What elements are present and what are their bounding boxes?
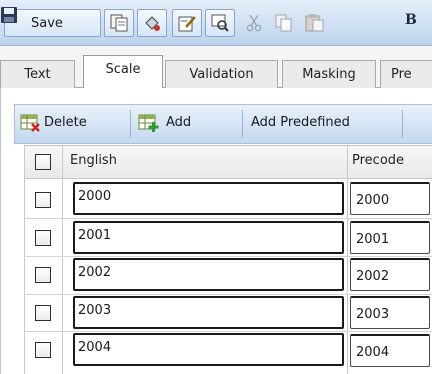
action-separator [130,110,131,138]
save-button[interactable]: Save [1,7,101,37]
row-checkbox[interactable] [35,267,51,283]
grid-column-divider [347,145,348,374]
cut-icon[interactable] [246,14,262,36]
grid-column-divider [62,145,63,374]
tab-masking[interactable]: Masking [282,60,376,88]
column-header-precode[interactable]: Precode [352,153,404,168]
delete-button[interactable]: Delete [20,113,120,135]
add-label: Add [166,115,192,130]
add-predefined-button[interactable]: Add Predefined [251,113,401,135]
tab-preview[interactable]: Pre [380,60,432,88]
paste-icon[interactable] [305,14,325,36]
english-input[interactable]: 2000 [73,182,344,215]
english-input[interactable]: 2003 [73,296,344,329]
copy-page-button[interactable] [104,9,134,37]
english-input[interactable]: 2002 [73,258,344,291]
editor-toolbar: Save B [0,0,432,46]
tab-text[interactable]: Text [0,60,75,88]
tab-scale[interactable]: Scale [83,55,163,89]
action-separator [402,110,403,138]
precode-input[interactable]: 2004 [350,334,430,367]
bold-icon[interactable]: B [405,12,417,28]
action-separator [242,110,243,138]
english-input[interactable]: 2004 [73,333,344,366]
select-all-checkbox[interactable] [35,154,51,170]
add-predefined-label: Add Predefined [251,115,350,130]
row-checkbox[interactable] [35,305,51,321]
edit-button[interactable] [172,9,202,37]
row-checkbox[interactable] [35,192,51,208]
table-row-divider [24,256,432,257]
tab-validation[interactable]: Validation [165,60,278,88]
delete-label: Delete [44,115,87,130]
copy-icon[interactable] [275,14,293,36]
table-row-divider [24,331,432,332]
precode-input[interactable]: 2001 [350,221,430,254]
row-checkbox[interactable] [35,342,51,358]
grid-left-border [24,145,25,374]
fill-button[interactable] [137,9,167,37]
preview-button[interactable] [205,9,235,37]
precode-input[interactable]: 2003 [350,296,430,329]
precode-input[interactable]: 2000 [350,182,430,215]
table-row-divider [24,218,432,219]
precode-input[interactable]: 2002 [350,258,430,291]
column-header-english[interactable]: English [70,153,117,168]
save-label: Save [31,16,63,31]
table-row-divider [24,294,432,295]
row-checkbox[interactable] [35,230,51,246]
english-input[interactable]: 2001 [73,221,344,254]
add-button[interactable]: Add [138,113,208,135]
